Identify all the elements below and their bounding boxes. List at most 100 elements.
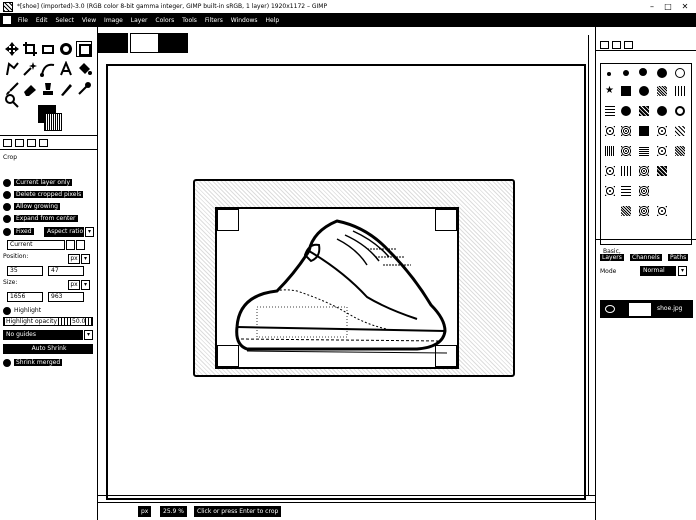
clone-tool-icon[interactable] xyxy=(40,81,56,97)
close-button[interactable]: ✕ xyxy=(679,2,691,12)
brush-item[interactable] xyxy=(605,166,615,176)
brush-item[interactable] xyxy=(621,206,631,216)
shrink-merged-checkbox[interactable]: Shrink merged xyxy=(3,358,95,368)
brush-item[interactable] xyxy=(639,146,649,156)
brush-item[interactable] xyxy=(621,106,631,116)
canvas-viewport[interactable] xyxy=(106,64,586,500)
fixed-mode-select[interactable]: Aspect ratio xyxy=(44,227,84,237)
unified-transform-icon[interactable] xyxy=(40,41,56,57)
brush-item[interactable] xyxy=(621,126,631,136)
guides-select[interactable]: No guides xyxy=(3,330,83,340)
crop-rectangle[interactable] xyxy=(215,207,459,369)
brush-item[interactable] xyxy=(657,206,667,216)
expand-from-center-checkbox[interactable]: Expand from center xyxy=(3,214,95,224)
menu-filters[interactable]: Filters xyxy=(202,14,226,27)
text-tool-icon[interactable] xyxy=(58,60,74,77)
menu-tools[interactable]: Tools xyxy=(179,14,200,27)
image-tab-2[interactable] xyxy=(130,33,160,53)
brush-item[interactable] xyxy=(639,186,649,196)
brush-item[interactable] xyxy=(639,166,649,176)
menu-view[interactable]: View xyxy=(79,14,99,27)
menu-image[interactable]: Image xyxy=(101,14,126,27)
menu-file[interactable]: File xyxy=(15,14,31,27)
brush-item[interactable] xyxy=(675,106,685,116)
size-height-field[interactable]: 963 xyxy=(48,292,84,302)
tab-paths[interactable]: Paths xyxy=(668,254,689,261)
position-unit-dropdown-icon[interactable]: ▾ xyxy=(81,254,90,264)
brush-item[interactable] xyxy=(675,146,685,156)
brush-item[interactable] xyxy=(639,68,647,76)
tool-options-tab-icon[interactable] xyxy=(3,139,12,147)
fuzzy-select-icon[interactable] xyxy=(22,61,38,77)
menu-windows[interactable]: Windows xyxy=(228,14,261,27)
brush-item[interactable] xyxy=(675,86,685,96)
brush-item[interactable] xyxy=(621,146,631,156)
move-tool-icon[interactable] xyxy=(4,41,20,57)
rect-select-icon[interactable] xyxy=(76,41,92,57)
brush-item[interactable] xyxy=(621,166,631,176)
brush-item[interactable] xyxy=(621,186,631,196)
paths-tool-icon[interactable] xyxy=(40,61,56,77)
brush-item[interactable] xyxy=(605,106,615,116)
free-select-icon[interactable] xyxy=(4,61,20,77)
layer-row[interactable]: shoe.jpg xyxy=(600,300,693,318)
eraser-icon[interactable] xyxy=(22,81,38,97)
landscape-icon[interactable] xyxy=(76,240,85,250)
mode-select[interactable]: Normal xyxy=(640,266,676,276)
brushes-tab-icon[interactable] xyxy=(600,41,609,49)
background-color-swatch[interactable] xyxy=(44,113,62,131)
size-unit-dropdown-icon[interactable]: ▾ xyxy=(81,280,90,290)
brush-item[interactable] xyxy=(657,126,667,136)
undo-history-tab-icon[interactable] xyxy=(27,139,36,147)
brush-item[interactable] xyxy=(623,70,629,76)
status-zoom-select[interactable]: 25.9 % xyxy=(160,506,187,517)
fixed-checkbox[interactable]: Fixed xyxy=(3,227,34,237)
smudge-tool-icon[interactable] xyxy=(58,81,74,97)
brush-item[interactable] xyxy=(639,106,649,116)
horizontal-scrollbar[interactable] xyxy=(98,495,595,502)
image-tab-1[interactable] xyxy=(98,33,128,53)
portrait-icon[interactable] xyxy=(66,240,75,250)
position-unit-select[interactable]: px xyxy=(68,254,80,264)
brush-item[interactable] xyxy=(605,186,615,196)
image-menu-icon[interactable] xyxy=(3,16,11,24)
brush-item[interactable] xyxy=(621,86,631,96)
size-width-field[interactable]: 1656 xyxy=(7,292,43,302)
current-layer-only-checkbox[interactable]: Current layer only xyxy=(3,178,95,188)
vertical-scrollbar[interactable] xyxy=(588,35,595,495)
device-status-tab-icon[interactable] xyxy=(15,139,24,147)
warp-tool-icon[interactable] xyxy=(58,41,74,57)
bucket-fill-icon[interactable] xyxy=(76,61,92,77)
highlight-checkbox[interactable]: Highlight xyxy=(3,306,95,316)
aspect-value-field[interactable]: Current xyxy=(7,240,65,250)
brush-item[interactable] xyxy=(607,72,611,76)
star-brush-icon[interactable]: ★ xyxy=(605,86,615,96)
brush-item[interactable] xyxy=(675,126,685,136)
auto-shrink-button[interactable]: Auto Shrink xyxy=(3,344,93,354)
tab-layers[interactable]: Layers xyxy=(600,254,624,261)
brush-item[interactable] xyxy=(639,206,649,216)
brush-item[interactable] xyxy=(657,68,667,78)
mode-dropdown-icon[interactable]: ▾ xyxy=(678,266,687,276)
allow-growing-checkbox[interactable]: Allow growing xyxy=(3,202,95,212)
menu-edit[interactable]: Edit xyxy=(33,14,51,27)
image-canvas[interactable] xyxy=(193,179,515,377)
status-unit-select[interactable]: px xyxy=(138,506,152,517)
fonts-tab-icon[interactable] xyxy=(624,41,633,49)
image-tab-shoe[interactable] xyxy=(158,33,188,53)
delete-cropped-checkbox[interactable]: Delete cropped pixels xyxy=(3,190,95,200)
menu-layer[interactable]: Layer xyxy=(128,14,151,27)
guides-dropdown-icon[interactable]: ▾ xyxy=(84,330,93,340)
brushes-grid[interactable]: ★ Basic, xyxy=(600,63,692,255)
brush-item[interactable] xyxy=(675,68,685,78)
dodge-burn-icon[interactable] xyxy=(76,81,92,97)
eye-icon[interactable] xyxy=(605,305,615,313)
brush-item[interactable] xyxy=(639,126,649,136)
brush-item[interactable] xyxy=(657,106,667,116)
fixed-mode-dropdown-icon[interactable]: ▾ xyxy=(85,227,94,237)
brush-item[interactable] xyxy=(657,146,667,156)
brush-item[interactable] xyxy=(605,126,615,136)
crop-tool-icon[interactable] xyxy=(22,41,38,57)
patterns-tab-icon[interactable] xyxy=(612,41,621,49)
brush-item[interactable] xyxy=(657,166,667,176)
